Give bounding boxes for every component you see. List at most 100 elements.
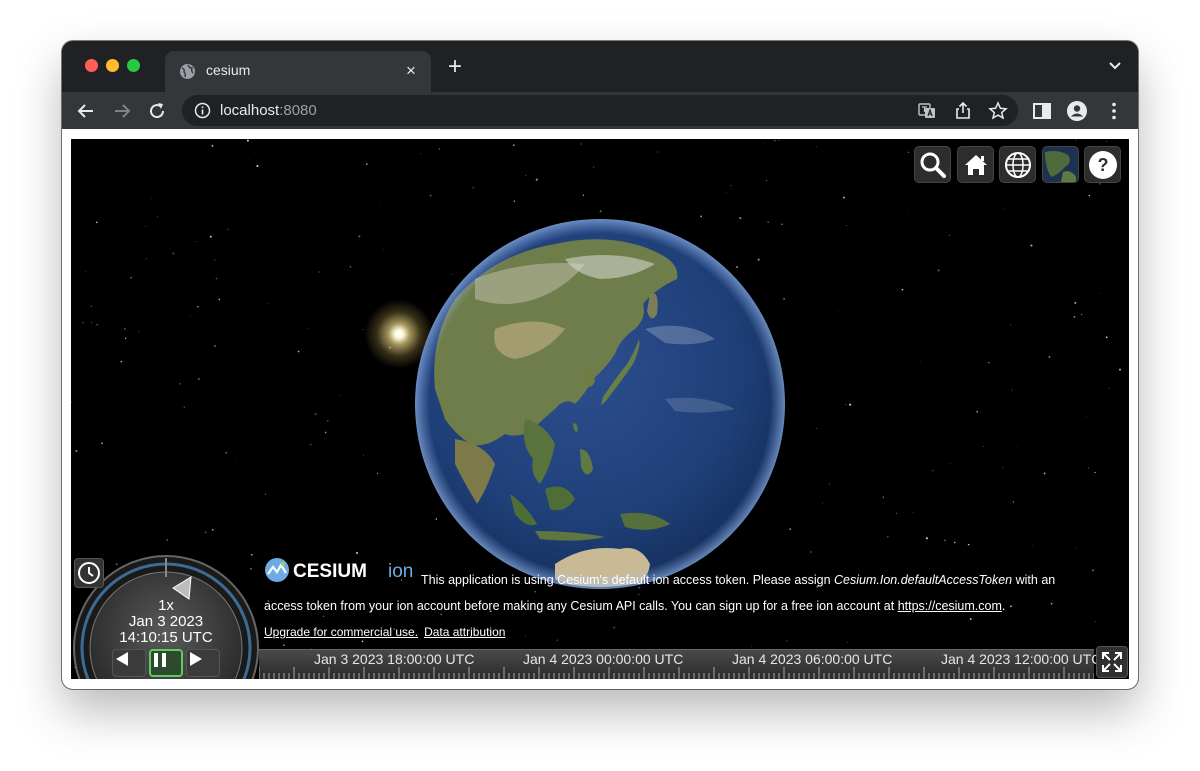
forward-arrow-icon[interactable] [110,99,134,123]
tab-cesium[interactable]: cesium × [165,51,431,92]
globe[interactable] [415,219,785,589]
star [283,644,285,646]
star [845,404,847,406]
play-forward-button[interactable] [186,649,220,677]
star [1080,313,1083,316]
realtime-clock-button[interactable] [74,558,104,588]
cesium-viewer[interactable]: ? CESIUM ion This application is using C… [71,139,1129,679]
star [828,483,831,485]
star [1088,194,1090,197]
star [944,539,946,542]
tab-close-icon[interactable]: × [401,61,421,81]
home-icon [964,154,987,175]
credit-links: Upgrade for commercial use. Data attribut… [264,625,505,639]
star [534,591,536,593]
minimize-window-button[interactable] [106,59,119,72]
address-bar[interactable]: localhost:8080 [182,95,1018,126]
cesium-ion-logo[interactable]: CESIUM ion [264,555,418,585]
star [906,212,908,214]
pause-icon [154,653,166,667]
star [218,298,221,301]
kebab-menu-icon[interactable] [1103,100,1125,122]
info-icon[interactable] [194,102,211,119]
star [901,288,904,291]
scene-mode-button[interactable] [999,146,1036,183]
back-arrow-icon[interactable] [74,99,98,123]
star [362,454,364,456]
side-panel-icon[interactable] [1031,100,1053,122]
star [593,166,595,168]
star [815,428,817,429]
timeline[interactable]: Jan 3 2023 18:00:00 UTC Jan 4 2023 00:00… [259,649,1101,679]
reload-icon[interactable] [145,99,169,123]
close-window-button[interactable] [85,59,98,72]
star [331,546,333,547]
translate-icon[interactable] [917,101,937,121]
credit-line-1: This application is using Cesium's defau… [421,573,1055,587]
globe-icon [180,64,195,79]
home-button[interactable] [957,146,994,183]
imagery-layer-icon [1043,147,1078,182]
maximize-window-button[interactable] [127,59,140,72]
animation-time: 14:10:15 UTC [119,629,213,646]
star [638,594,640,596]
search-icon [920,152,946,178]
star [937,269,940,272]
base-layer-picker-button[interactable] [1042,146,1079,183]
help-glyph: ? [1097,155,1108,175]
star [213,345,216,347]
tab-strip: cesium × + [62,41,1138,92]
star [842,196,845,199]
star [919,361,921,362]
upgrade-link[interactable]: Upgrade for commercial use. [264,625,418,639]
star [982,445,984,448]
fullscreen-button[interactable] [1096,646,1128,678]
credit-line1-pre: This application is using Cesium's defau… [421,573,835,587]
data-attribution-link[interactable]: Data attribution [424,625,505,639]
star [249,158,250,160]
star [1085,416,1087,418]
star [1108,388,1110,389]
star [513,200,516,202]
star [197,306,199,308]
star [1029,571,1031,572]
star [524,635,526,637]
chevron-down-icon[interactable] [1108,61,1122,71]
geocoder-search-button[interactable] [914,146,951,183]
profile-icon[interactable] [1066,100,1088,122]
triangle-right-icon [190,652,202,666]
navigation-help-button[interactable]: ? [1084,146,1121,183]
star [318,271,320,273]
star [778,140,780,142]
star [513,144,515,146]
star [786,640,788,642]
star [1075,546,1077,548]
star [166,539,169,541]
star [256,164,259,168]
cesium-link[interactable]: https://cesium.com [898,599,1002,613]
star [774,139,776,142]
star [101,442,103,445]
star-icon[interactable] [988,101,1008,121]
play-reverse-button[interactable] [112,649,146,677]
browser-window: cesium × + localhost:8080 ? CESIUM ion T… [62,41,1138,689]
star [1087,467,1089,469]
star [282,423,284,425]
star [726,215,727,217]
star [358,235,361,238]
star [91,322,93,324]
star [376,472,379,475]
browser-toolbar: localhost:8080 [62,92,1138,129]
tab-title: cesium [206,62,251,78]
pause-button[interactable] [149,649,183,677]
star [1073,316,1076,318]
star [1106,141,1108,143]
star [1010,324,1012,326]
new-tab-button[interactable]: + [444,55,466,79]
star [96,324,98,326]
star [907,151,910,153]
star [120,360,123,363]
page-content: ? CESIUM ion This application is using C… [62,129,1138,689]
star [306,327,308,329]
share-icon[interactable] [953,101,973,121]
